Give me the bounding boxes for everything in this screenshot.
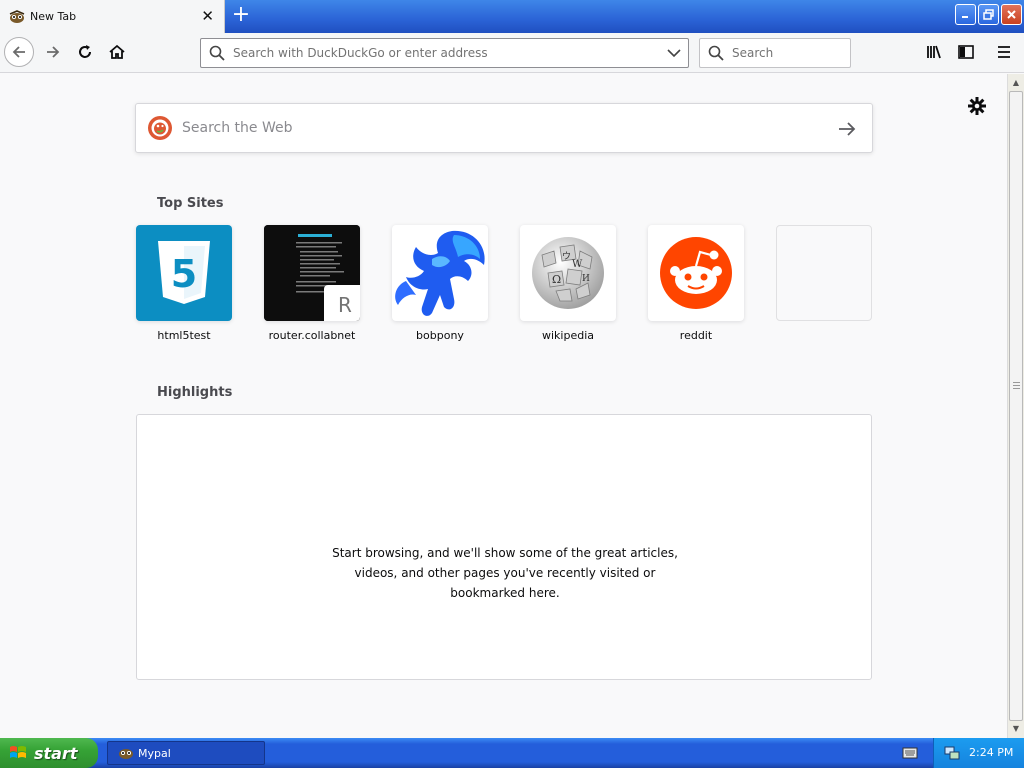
search-bar[interactable] (699, 38, 851, 68)
site-tile[interactable] (648, 225, 744, 321)
clock: 2:24 PM (969, 746, 1014, 759)
site-label: router.collabnet (268, 329, 356, 342)
web-search-box[interactable] (135, 103, 873, 153)
top-sites-title: Top Sites (157, 196, 224, 211)
gear-icon[interactable] (965, 94, 989, 118)
mypal-favicon-icon (9, 9, 25, 23)
close-window-button[interactable] (1001, 4, 1022, 25)
reload-icon (79, 45, 91, 58)
reload-button[interactable] (70, 37, 100, 67)
hamburger-menu-icon (998, 46, 1010, 58)
top-site-bobpony[interactable]: bobpony (392, 225, 488, 342)
web-search-input[interactable] (182, 105, 822, 151)
svg-text:5: 5 (171, 252, 197, 296)
empty-site-tile (776, 225, 872, 321)
taskbar-item-label: Mypal (138, 746, 171, 760)
reddit-alien-icon (660, 237, 732, 309)
svg-text:W: W (572, 259, 583, 270)
scroll-thumb[interactable] (1009, 91, 1023, 721)
sidebar-button[interactable] (951, 37, 981, 67)
site-label: html5test (157, 329, 211, 342)
top-site-router-collabnet[interactable]: R router.collabnet (264, 225, 360, 342)
svg-text:ウ: ウ (562, 251, 571, 262)
search-icon (209, 45, 225, 61)
keyboard-icon[interactable] (902, 746, 918, 760)
forward-button[interactable] (38, 37, 68, 67)
highlights-empty-message: Start browsing, and we'll show some of t… (332, 546, 678, 600)
minimize-icon (962, 16, 968, 18)
home-icon (109, 44, 125, 59)
vertical-scrollbar[interactable]: ▲ ▼ (1007, 74, 1024, 738)
navigation-toolbar (0, 33, 1024, 73)
search-input[interactable] (732, 39, 847, 67)
top-site-empty-slot (776, 225, 872, 321)
title-bar: New Tab ✕ + (0, 0, 1024, 33)
site-initial-badge: R (324, 285, 360, 321)
top-site-wikipedia[interactable]: Ω W И ウ wikipedia (520, 225, 616, 342)
network-tray-icon[interactable] (944, 745, 960, 761)
svg-text:Ω: Ω (552, 273, 561, 286)
library-icon (927, 45, 941, 59)
wikipedia-globe-icon: Ω W И ウ (532, 237, 604, 309)
taskbar-item-mypal[interactable]: Mypal (107, 741, 265, 765)
site-tile[interactable]: 5 (136, 225, 232, 321)
start-label: start (34, 743, 78, 763)
svg-text:И: И (582, 274, 590, 284)
top-site-reddit[interactable]: reddit (648, 225, 744, 342)
back-button[interactable] (4, 37, 34, 67)
menu-button[interactable] (989, 37, 1019, 67)
windows-logo-icon (10, 746, 26, 758)
top-site-html5test[interactable]: 5 html5test (136, 225, 232, 342)
blue-pony-logo-icon (395, 230, 485, 316)
new-tab-button[interactable]: + (229, 4, 253, 28)
arrow-left-icon (12, 46, 25, 58)
url-input[interactable] (233, 39, 653, 67)
address-bar[interactable] (200, 38, 689, 68)
start-button[interactable]: start (0, 738, 98, 768)
duckduckgo-logo-icon (148, 116, 172, 140)
system-tray: 2:24 PM (933, 738, 1024, 768)
tab-close-icon[interactable]: ✕ (201, 8, 214, 24)
search-icon (708, 45, 724, 61)
chevron-down-icon[interactable] (667, 47, 681, 59)
scroll-down-arrow-icon[interactable]: ▼ (1009, 721, 1023, 737)
scroll-up-arrow-icon[interactable]: ▲ (1009, 75, 1023, 91)
mypal-favicon-icon (119, 749, 133, 759)
restore-icon (983, 9, 994, 20)
arrow-right-icon[interactable] (836, 118, 858, 140)
library-button[interactable] (919, 37, 949, 67)
close-icon (1007, 10, 1016, 19)
minimize-button[interactable] (955, 4, 976, 25)
site-tile[interactable]: R (264, 225, 360, 321)
restore-button[interactable] (978, 4, 999, 25)
site-tile[interactable]: Ω W И ウ (520, 225, 616, 321)
windows-taskbar: start Mypal 2:24 PM (0, 738, 1024, 768)
tab-title: New Tab (30, 10, 77, 23)
new-tab-page: Top Sites 5 html5test (0, 74, 1007, 738)
site-label: wikipedia (541, 329, 594, 342)
sidebar-icon (958, 45, 974, 59)
site-tile[interactable] (392, 225, 488, 321)
arrow-right-icon (47, 46, 60, 58)
highlights-empty-box: Start browsing, and we'll show some of t… (136, 414, 872, 680)
site-label: bobpony (416, 329, 464, 342)
home-button[interactable] (102, 37, 132, 67)
highlights-title: Highlights (157, 385, 233, 400)
tab-new-tab[interactable]: New Tab ✕ (0, 0, 225, 33)
site-label: reddit (679, 329, 713, 342)
html5-logo-icon: 5 (158, 241, 210, 304)
